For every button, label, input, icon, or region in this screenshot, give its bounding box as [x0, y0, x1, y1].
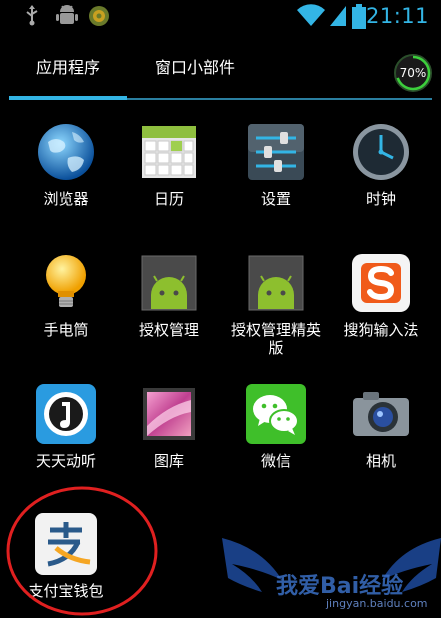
- status-time: 21:11: [365, 4, 429, 28]
- calendar-icon: [142, 126, 196, 178]
- clock-icon: [353, 124, 409, 180]
- gallery-icon: [143, 388, 195, 440]
- status-bar: 21:11: [0, 0, 441, 34]
- app-label: 授权管理精英版: [231, 321, 322, 357]
- tab-apps[interactable]: 应用程序: [36, 54, 100, 78]
- camera-icon: [353, 392, 409, 436]
- watermark-text: 我爱Bai经验: [276, 574, 404, 599]
- android-icon: [141, 255, 197, 311]
- usb-icon: [26, 5, 38, 26]
- watermark-url: jingyan.baidu.com: [326, 597, 428, 610]
- app-label: 日历: [153, 190, 184, 208]
- app-label: 微信: [260, 452, 291, 470]
- storage-badge[interactable]: 70%: [394, 54, 432, 92]
- browser-icon: [38, 124, 94, 180]
- app-label: 浏览器: [43, 190, 89, 208]
- battery-icon: [352, 4, 366, 29]
- highlight-circle: [6, 486, 158, 616]
- app-label: 设置: [260, 190, 291, 208]
- tab-bar: 应用程序 窗口小部件 70%: [0, 34, 441, 104]
- wechat-icon: [246, 384, 306, 444]
- signal-icon: [330, 6, 346, 26]
- settings-icon: [248, 124, 304, 180]
- app-label: 手电筒: [43, 321, 89, 339]
- app-label: 授权管理: [138, 321, 199, 339]
- flashlight-icon: [46, 255, 86, 307]
- app-label: 时钟: [365, 190, 396, 208]
- sogou-icon: [352, 254, 410, 312]
- android-icon: [248, 255, 304, 311]
- tab-selected-indicator: [9, 96, 127, 100]
- watermark: 我爱Bai经验 jingyan.baidu.com: [222, 530, 441, 617]
- tab-widgets[interactable]: 窗口小部件: [155, 54, 235, 78]
- storage-percent: 70%: [399, 66, 427, 80]
- app-label: 相机: [365, 452, 396, 470]
- app-label: 搜狗输入法: [343, 321, 419, 339]
- notification-icon: [89, 6, 109, 26]
- android-debug-icon: [56, 5, 78, 24]
- app-label: 天天动听: [35, 452, 96, 470]
- music-player-icon: [36, 384, 96, 444]
- wifi-icon: [297, 4, 325, 26]
- tab-divider: [127, 98, 432, 100]
- app-label: 图库: [153, 452, 184, 470]
